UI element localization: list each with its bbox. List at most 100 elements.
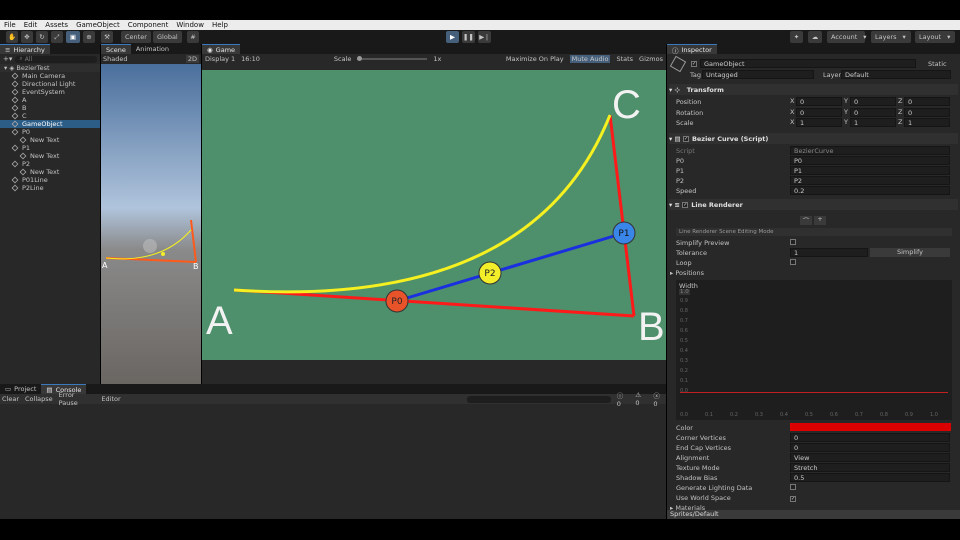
p2-field[interactable]: P2 bbox=[790, 176, 950, 185]
corner-vertices-field[interactable]: 0 bbox=[790, 433, 950, 442]
hierarchy-item[interactable]: GameObject bbox=[0, 120, 100, 128]
loop-checkbox[interactable] bbox=[790, 259, 796, 265]
error-pause-button[interactable]: Error Pause bbox=[59, 391, 96, 407]
stats-toggle[interactable]: Stats bbox=[616, 55, 633, 63]
hierarchy-item[interactable]: P01Line bbox=[0, 176, 100, 184]
scale-x-field[interactable]: 1 bbox=[796, 118, 842, 127]
menu-item-assets[interactable]: Assets bbox=[45, 21, 68, 29]
hierarchy-item[interactable]: New Text bbox=[0, 168, 100, 176]
menu-item-file[interactable]: File bbox=[4, 21, 16, 29]
world-space-checkbox[interactable]: ✓ bbox=[790, 496, 796, 502]
layer-dropdown[interactable]: Default bbox=[841, 70, 951, 79]
alignment-dropdown[interactable]: View bbox=[790, 453, 950, 462]
p1-field[interactable]: P1 bbox=[790, 166, 950, 175]
grid-snap-icon[interactable]: # bbox=[187, 31, 199, 43]
collab-icon[interactable]: ✦ bbox=[790, 31, 803, 43]
move-tool-icon[interactable]: ✥ bbox=[21, 31, 33, 43]
generate-lighting-checkbox[interactable] bbox=[790, 484, 796, 490]
aspect-dropdown[interactable]: 16:10 bbox=[241, 55, 260, 63]
warning-count[interactable]: ⚠ 0 bbox=[635, 391, 647, 407]
menu-item-edit[interactable]: Edit bbox=[24, 21, 38, 29]
space-toggle[interactable]: Global bbox=[153, 31, 182, 43]
layers-dropdown[interactable]: Layers ▾ bbox=[871, 31, 911, 43]
position-x-field[interactable]: 0 bbox=[796, 97, 842, 106]
pivot-toggle[interactable]: Center bbox=[121, 31, 151, 43]
simplify-button[interactable]: Simplify bbox=[870, 248, 950, 257]
editor-dropdown[interactable]: Editor bbox=[101, 395, 120, 403]
rotation-z-field[interactable]: 0 bbox=[904, 108, 950, 117]
simplify-preview-checkbox[interactable] bbox=[790, 239, 796, 245]
hierarchy-search-input[interactable]: ⌕ All bbox=[15, 55, 97, 63]
error-count[interactable]: ⓧ 0 bbox=[653, 390, 666, 408]
hierarchy-item[interactable]: C bbox=[0, 112, 100, 120]
bezier-header[interactable]: ▾ ▤ ✓ Bezier Curve (Script) bbox=[669, 133, 958, 144]
menu-item-component[interactable]: Component bbox=[128, 21, 169, 29]
2d-toggle[interactable]: 2D bbox=[185, 55, 199, 63]
object-name-field[interactable]: GameObject bbox=[700, 59, 916, 68]
bezier-enabled-checkbox[interactable]: ✓ bbox=[682, 135, 689, 142]
positions-foldout[interactable]: ▸ Positions bbox=[670, 268, 704, 277]
width-curve-panel[interactable]: Width 1.0 0.9 0.8 0.7 0.6 0.5 0.4 0.3 0.2 0.1 0.0… bbox=[676, 280, 952, 420]
menu-item-gameobject[interactable]: GameObject bbox=[76, 21, 120, 29]
tab-game[interactable]: ◉ Game bbox=[202, 44, 241, 54]
scene-canvas[interactable]: A B bbox=[101, 64, 201, 384]
gizmos-toggle[interactable]: Gizmos bbox=[639, 55, 663, 63]
speed-field[interactable]: 0.2 bbox=[790, 186, 950, 195]
p0-field[interactable]: P0 bbox=[790, 156, 950, 165]
shading-dropdown[interactable]: Shaded bbox=[103, 55, 127, 63]
hierarchy-item[interactable]: B bbox=[0, 104, 100, 112]
hierarchy-item[interactable]: P0 bbox=[0, 128, 100, 136]
display-dropdown[interactable]: Display 1 bbox=[205, 55, 235, 63]
console-search-input[interactable] bbox=[466, 395, 611, 403]
color-swatch[interactable] bbox=[790, 423, 951, 431]
mute-audio-toggle[interactable]: Mute Audio bbox=[569, 55, 611, 63]
hierarchy-item[interactable]: A bbox=[0, 96, 100, 104]
position-z-field[interactable]: 0 bbox=[904, 97, 950, 106]
line-renderer-enabled-checkbox[interactable]: ✓ bbox=[682, 201, 689, 208]
hierarchy-item[interactable]: P2 bbox=[0, 160, 100, 168]
rotation-x-field[interactable]: 0 bbox=[796, 108, 842, 117]
rotate-tool-icon[interactable]: ↻ bbox=[36, 31, 48, 43]
game-canvas[interactable]: P0 P1 P2 A B C bbox=[202, 70, 666, 360]
shadow-bias-field[interactable]: 0.5 bbox=[790, 473, 950, 482]
hierarchy-item[interactable]: EventSystem bbox=[0, 88, 100, 96]
clear-button[interactable]: Clear bbox=[2, 395, 19, 403]
custom-tool-icon[interactable]: ⚒ bbox=[101, 31, 113, 43]
tab-scene[interactable]: Scene bbox=[101, 44, 131, 54]
transform-header[interactable]: ▾ ⊹ Transform bbox=[669, 84, 958, 95]
hierarchy-item[interactable]: Directional Light bbox=[0, 80, 100, 88]
transform-tool-icon[interactable]: ⊕ bbox=[83, 31, 95, 43]
hierarchy-item[interactable]: P2Line bbox=[0, 184, 100, 192]
layout-dropdown[interactable]: Layout ▾ bbox=[915, 31, 955, 43]
tab-inspector[interactable]: ⓘ Inspector bbox=[667, 44, 717, 55]
end-cap-field[interactable]: 0 bbox=[790, 443, 950, 452]
tab-project[interactable]: ▭ Project bbox=[0, 384, 42, 394]
cloud-icon[interactable]: ☁ bbox=[808, 31, 822, 43]
tab-animation[interactable]: Animation bbox=[130, 44, 174, 54]
account-dropdown[interactable]: Account ▾ bbox=[827, 31, 867, 43]
tolerance-field[interactable]: 1 bbox=[790, 248, 868, 257]
menu-item-window[interactable]: Window bbox=[176, 21, 204, 29]
static-toggle[interactable]: Static bbox=[928, 60, 947, 68]
menu-item-help[interactable]: Help bbox=[212, 21, 228, 29]
hierarchy-item[interactable]: P1 bbox=[0, 144, 100, 152]
rect-tool-icon[interactable]: ▣ bbox=[66, 31, 80, 43]
hierarchy-item[interactable]: New Text bbox=[0, 136, 100, 144]
hand-tool-icon[interactable]: ✋ bbox=[6, 31, 18, 43]
scale-tool-icon[interactable]: ⤢ bbox=[51, 31, 63, 43]
edit-points-icon[interactable]: ⌒ bbox=[800, 216, 812, 225]
pause-button[interactable]: ❚❚ bbox=[462, 31, 475, 43]
info-count[interactable]: ⓘ 0 bbox=[617, 390, 630, 408]
create-points-icon[interactable]: + bbox=[814, 216, 826, 225]
rotation-y-field[interactable]: 0 bbox=[850, 108, 896, 117]
texture-mode-dropdown[interactable]: Stretch bbox=[790, 463, 950, 472]
scale-z-field[interactable]: 1 bbox=[904, 118, 950, 127]
play-button[interactable]: ▶ bbox=[446, 31, 459, 43]
add-icon[interactable]: +▾ bbox=[3, 55, 12, 63]
active-checkbox[interactable]: ✓ bbox=[691, 61, 697, 67]
scene-row[interactable]: ▾ ◈ BezierTest bbox=[0, 64, 100, 72]
scale-y-field[interactable]: 1 bbox=[850, 118, 896, 127]
scale-slider[interactable] bbox=[357, 56, 428, 61]
line-renderer-header[interactable]: ▾ ≋ ✓ Line Renderer bbox=[669, 199, 958, 210]
step-button[interactable]: ▶❘ bbox=[478, 31, 491, 43]
